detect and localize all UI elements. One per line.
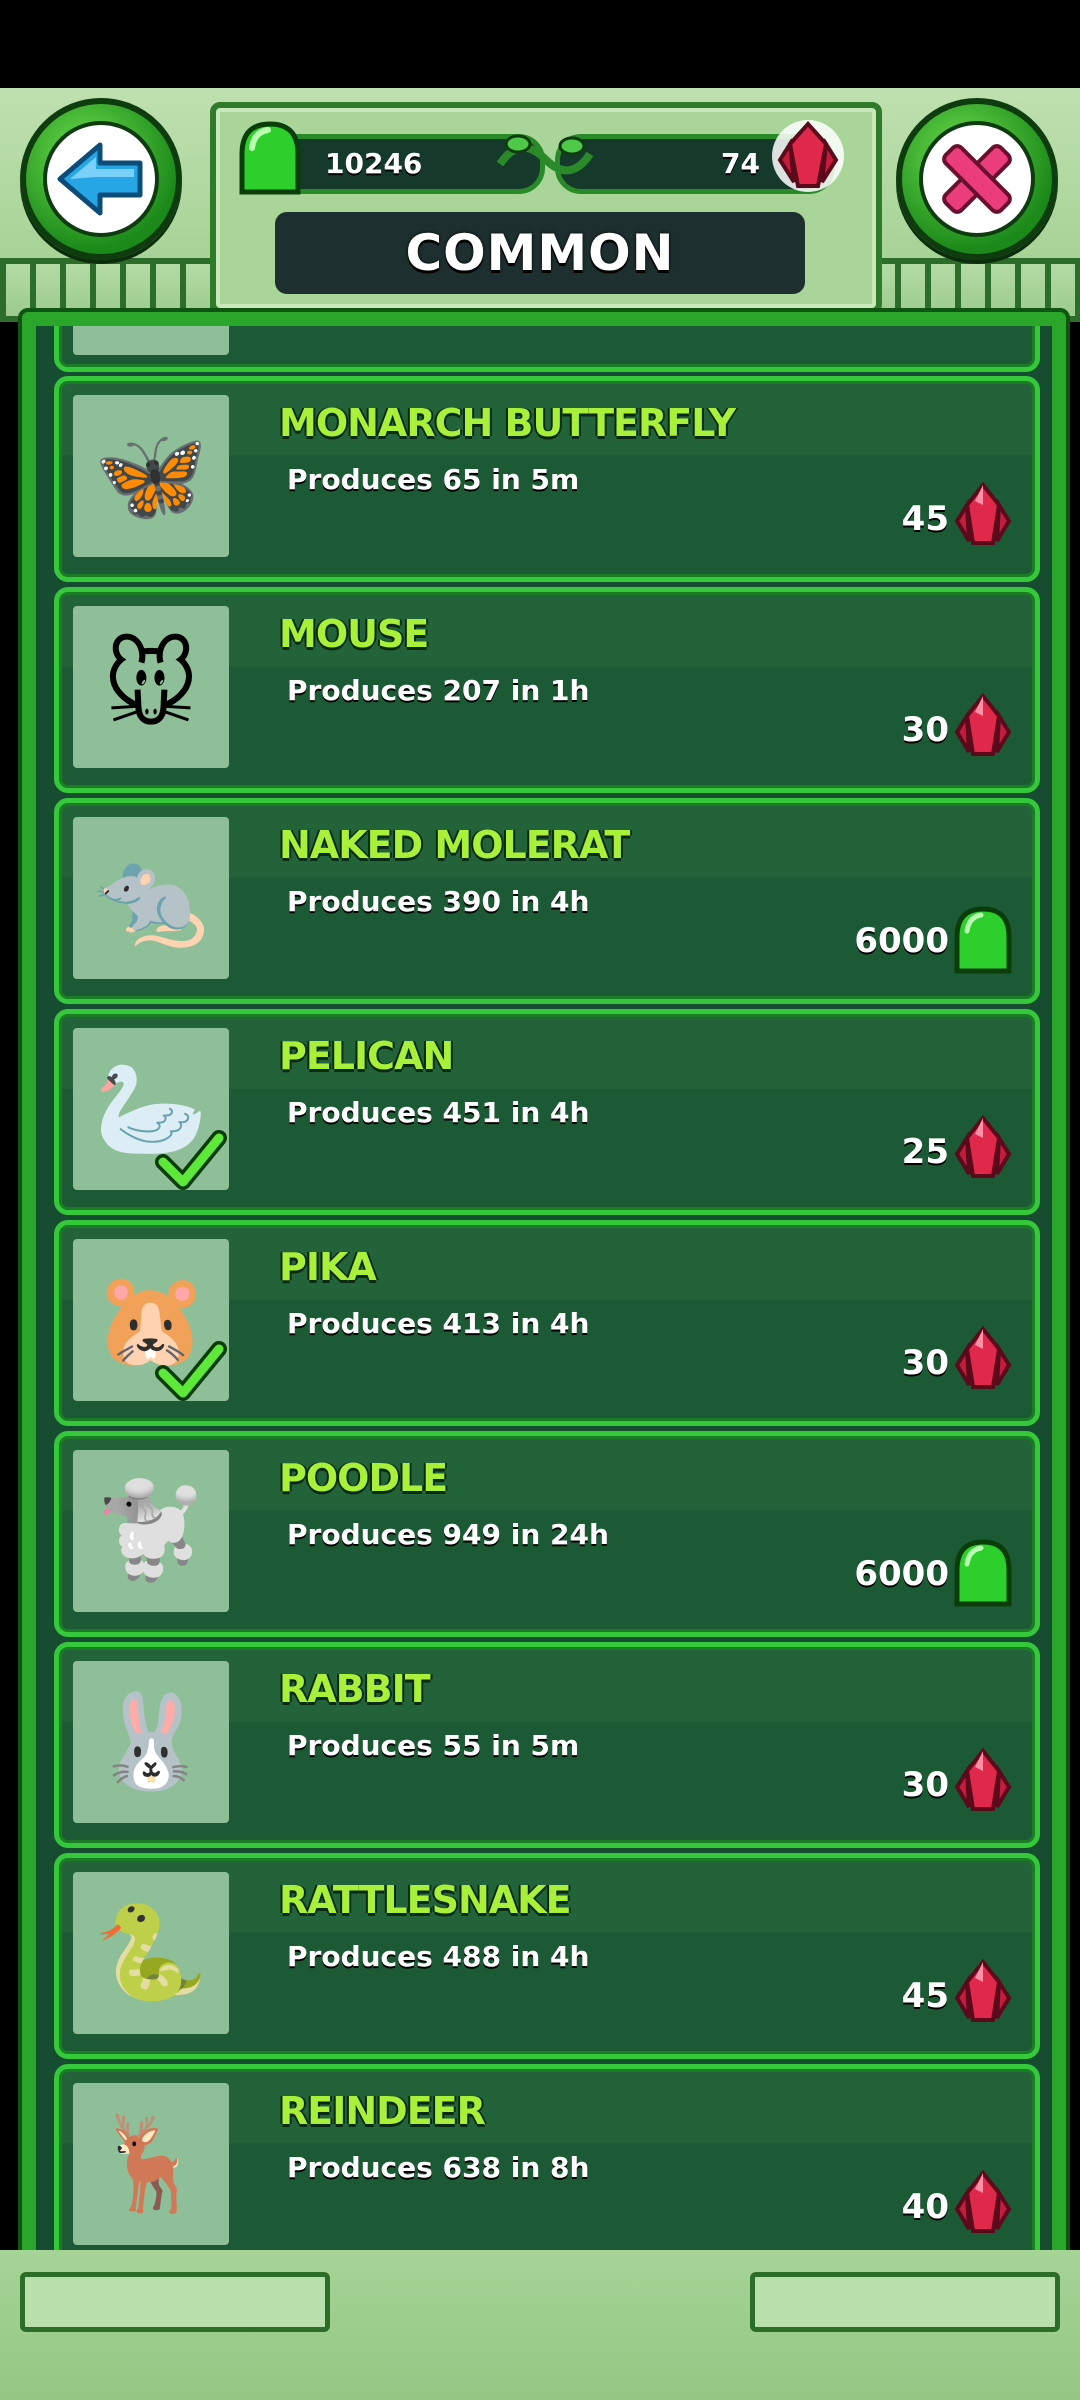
production-rate: Produces 65 in 5m [287,463,580,496]
mouse-icon: 🐭 [103,633,199,740]
list-item-pelican[interactable]: 🦢 PELICAN Produces 451 in 4h 25 [54,1009,1040,1215]
animal-thumbnail: 🐹 [73,1239,229,1401]
molerat-icon: 🐀 [93,844,209,951]
shop-footer [0,2250,1080,2400]
animal-thumbnail: 🦋 [73,395,229,557]
production-rate: Produces 55 in 5m [287,1729,580,1762]
list-item-reindeer[interactable]: 🦌 REINDEER Produces 638 in 8h 40 [54,2064,1040,2270]
production-rate: Produces 390 in 4h [287,885,590,918]
animal-name: NAKED MOLERAT [279,823,630,867]
price-value: 30 [901,710,949,750]
list-item-partial[interactable] [54,326,1040,372]
animal-thumbnail [73,326,229,355]
animal-name: RABBIT [279,1667,431,1711]
ruby-icon [954,1747,1012,1811]
ruby-icon [954,481,1012,545]
animal-list-scroll[interactable]: 🦋 MONARCH BUTTERFLY Produces 65 in 5m 45 🐭 MO… [36,326,1052,2338]
green-gem-icon [954,1539,1012,1607]
owned-check-icon [155,1341,227,1401]
price-value: 6000 [854,1554,949,1594]
ruby-icon [954,692,1012,756]
butterfly-icon: 🦋 [93,422,209,529]
production-rate: Produces 451 in 4h [287,1096,590,1129]
ruby-count: 74 [721,147,760,180]
back-arrow-icon [57,142,143,216]
animal-thumbnail: 🐀 [73,817,229,979]
animal-thumbnail: 🐍 [73,1872,229,2034]
production-rate: Produces 413 in 4h [287,1307,590,1340]
status-bar [0,0,1080,88]
footer-ornament-left [20,2272,330,2332]
list-item-butterfly[interactable]: 🦋 MONARCH BUTTERFLY Produces 65 in 5m 45 [54,376,1040,582]
page-title: COMMON [275,212,805,294]
production-rate: Produces 949 in 24h [287,1518,609,1551]
ruby-icon [772,120,844,192]
list-item-molerat[interactable]: 🐀 NAKED MOLERAT Produces 390 in 4h 6000 [54,798,1040,1004]
animal-name: PELICAN [279,1034,454,1078]
animal-thumbnail: 🐰 [73,1661,229,1823]
price-value: 45 [901,499,949,539]
list-item-poodle[interactable]: 🐩 POODLE Produces 949 in 24h 6000 [54,1431,1040,1637]
animal-name: MONARCH BUTTERFLY [279,401,736,445]
animal-thumbnail: 🦢 [73,1028,229,1190]
ruby-icon [954,2169,1012,2233]
list-item-rabbit[interactable]: 🐰 RABBIT Produces 55 in 5m 30 [54,1642,1040,1848]
rattlesnake-icon: 🐍 [93,1899,209,2006]
green-gem-count: 10246 [325,147,423,180]
animal-thumbnail: 🐭 [73,606,229,768]
animal-name: POODLE [279,1456,448,1500]
production-rate: Produces 488 in 4h [287,1940,590,1973]
animal-name: PIKA [279,1245,377,1289]
green-gem-icon [954,906,1012,974]
footer-ornament-right [750,2272,1060,2332]
ruby-icon [954,1325,1012,1389]
price-value: 30 [901,1765,949,1805]
animal-thumbnail: 🦌 [73,2083,229,2245]
poodle-icon: 🐩 [93,1477,209,1584]
ruby-icon [954,1114,1012,1178]
close-icon [942,144,1012,214]
animal-name: MOUSE [279,612,429,656]
production-rate: Produces 207 in 1h [287,674,590,707]
green-gem-icon [239,121,301,195]
animal-name: RATTLESNAKE [279,1878,572,1922]
production-rate: Produces 638 in 8h [287,2151,590,2184]
vine-ornament-icon [496,134,594,175]
ruby-icon [954,1958,1012,2022]
price-value: 6000 [854,921,949,961]
price-value: 25 [901,1132,949,1172]
list-item-mouse[interactable]: 🐭 MOUSE Produces 207 in 1h 30 [54,587,1040,793]
close-button[interactable] [896,98,1058,260]
price-value: 40 [901,2187,949,2227]
animal-thumbnail: 🐩 [73,1450,229,1612]
list-item-pika[interactable]: 🐹 PIKA Produces 413 in 4h 30 [54,1220,1040,1426]
animal-list-panel: 🦋 MONARCH BUTTERFLY Produces 65 in 5m 45 🐭 MO… [18,308,1070,2356]
price-value: 30 [901,1343,949,1383]
list-item-rattlesnake[interactable]: 🐍 RATTLESNAKE Produces 488 in 4h 45 [54,1853,1040,2059]
rabbit-icon: 🐰 [93,1688,209,1795]
reindeer-icon: 🦌 [93,2110,209,2217]
owned-check-icon [155,1130,227,1190]
price-value: 45 [901,1976,949,2016]
animal-name: REINDEER [279,2089,486,2133]
back-button[interactable] [20,98,182,260]
